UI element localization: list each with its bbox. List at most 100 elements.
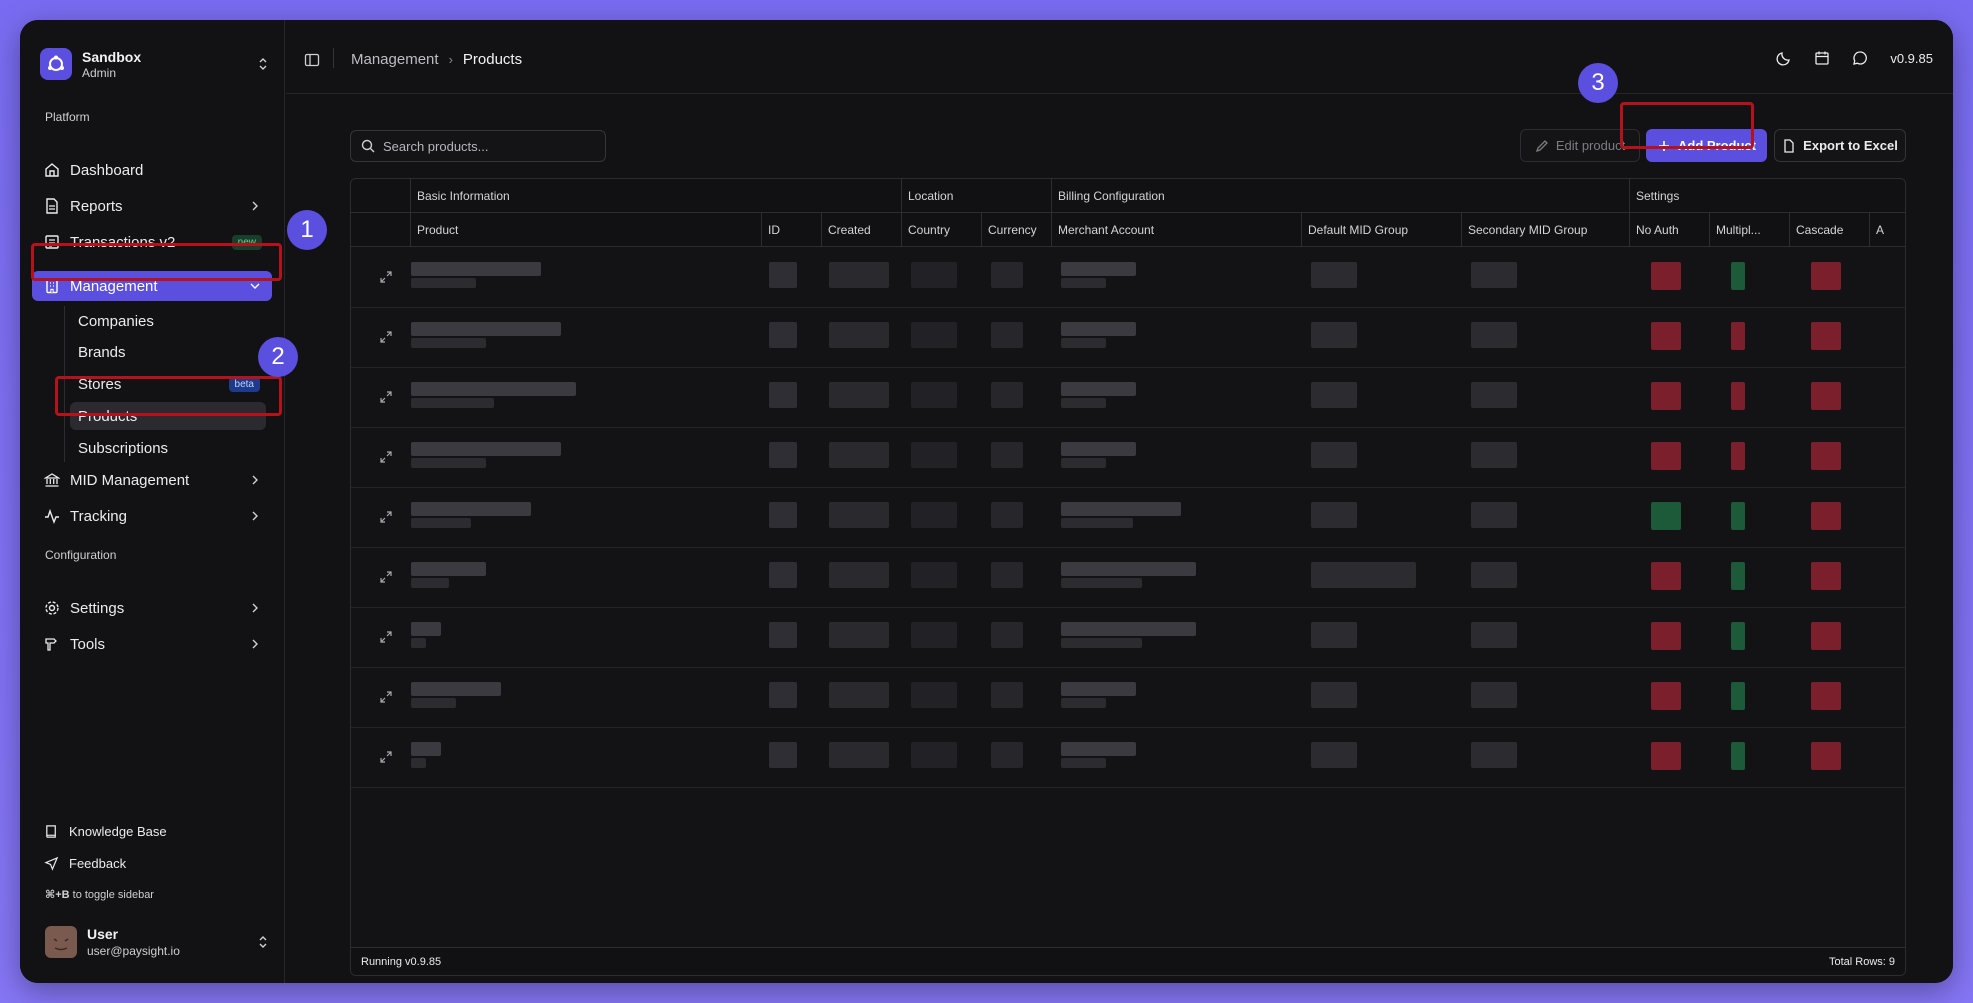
redacted-cell [411, 638, 426, 648]
workspace-switcher[interactable]: Sandbox Admin [40, 44, 270, 84]
expand-icon[interactable] [379, 270, 393, 284]
moon-icon[interactable] [1776, 50, 1792, 66]
redacted-cell [1061, 458, 1106, 468]
table-row[interactable] [351, 668, 1905, 728]
expand-icon[interactable] [379, 690, 393, 704]
user-email: user@paysight.io [87, 944, 180, 958]
table-row[interactable] [351, 728, 1905, 788]
export-excel-button[interactable]: Export to Excel [1774, 129, 1906, 162]
chevron-right-icon [252, 639, 258, 649]
redacted-cell [829, 682, 889, 708]
annotation-marker-3: 3 [1578, 63, 1618, 103]
sidebar-item-reports[interactable]: Reports [32, 191, 272, 221]
col-extra[interactable]: A [1870, 213, 1884, 247]
expand-icon[interactable] [379, 510, 393, 524]
col-default-mid-group[interactable]: Default MID Group [1302, 213, 1408, 247]
search-input[interactable] [383, 138, 593, 154]
user-menu[interactable]: User user@paysight.io [45, 924, 270, 960]
sidebar-item-tracking[interactable]: Tracking [32, 501, 272, 531]
redacted-cell [911, 442, 957, 468]
sidebar-item-label: Dashboard [70, 161, 144, 179]
redacted-cell [911, 322, 957, 348]
status-true-badge [1731, 622, 1745, 650]
feedback-link[interactable]: Feedback [44, 852, 126, 874]
col-no-auth[interactable]: No Auth [1630, 213, 1679, 247]
shortcut-text: to toggle sidebar [69, 889, 154, 901]
calendar-icon[interactable] [1814, 50, 1830, 66]
redacted-cell [991, 622, 1023, 648]
redacted-cell [829, 622, 889, 648]
col-multiple[interactable]: Multipl... [1710, 213, 1761, 247]
table-row[interactable] [351, 548, 1905, 608]
sidebar-subitem-brands[interactable]: Brands [70, 338, 266, 366]
table-row[interactable] [351, 488, 1905, 548]
sidebar-item-settings[interactable]: Settings [32, 593, 272, 623]
table-row[interactable] [351, 608, 1905, 668]
section-label-platform: Platform [45, 110, 90, 124]
status-false-badge [1651, 322, 1681, 350]
table-row[interactable] [351, 368, 1905, 428]
annotation-marker-2: 2 [258, 337, 298, 377]
status-true-badge [1731, 742, 1745, 770]
sidebar-subitem-subscriptions[interactable]: Subscriptions [70, 434, 266, 462]
table-row[interactable] [351, 428, 1905, 488]
redacted-cell [411, 502, 531, 516]
redacted-cell [411, 398, 494, 408]
sidebar-item-tools[interactable]: Tools [32, 629, 272, 659]
sidebar-subitem-companies[interactable]: Companies [70, 307, 266, 335]
redacted-cell [411, 278, 476, 288]
breadcrumb-management[interactable]: Management [351, 51, 439, 68]
knowledge-base-link[interactable]: Knowledge Base [44, 820, 167, 842]
redacted-cell [769, 622, 797, 648]
col-created[interactable]: Created [822, 213, 871, 247]
redacted-cell [1061, 742, 1136, 756]
status-false-badge [1651, 442, 1681, 470]
col-cascade[interactable]: Cascade [1790, 213, 1843, 247]
group-settings: Settings [1636, 189, 1680, 203]
gear-icon [45, 601, 59, 615]
status-false-badge [1651, 262, 1681, 290]
file-icon [1784, 138, 1794, 153]
redacted-cell [769, 562, 797, 588]
table-row[interactable] [351, 248, 1905, 308]
status-false-badge [1651, 562, 1681, 590]
chat-icon[interactable] [1852, 50, 1868, 66]
expand-icon[interactable] [379, 630, 393, 644]
expand-icon[interactable] [379, 450, 393, 464]
table-row[interactable] [351, 308, 1905, 368]
status-false-badge [1731, 442, 1745, 470]
col-id[interactable]: ID [762, 213, 780, 247]
expand-icon[interactable] [379, 330, 393, 344]
status-true-badge [1731, 562, 1745, 590]
redacted-cell [411, 742, 441, 756]
redacted-cell [1061, 442, 1136, 456]
col-product[interactable]: Product [411, 213, 458, 247]
redacted-cell [411, 682, 501, 696]
sidebar-toggle-icon[interactable] [304, 52, 320, 68]
redacted-cell [991, 262, 1023, 288]
redacted-cell [829, 262, 889, 288]
redacted-cell [411, 322, 561, 336]
redacted-cell [1311, 562, 1416, 588]
search-box[interactable] [350, 130, 606, 162]
hammer-icon [45, 638, 57, 651]
col-secondary-mid-group[interactable]: Secondary MID Group [1462, 213, 1587, 247]
chevron-down-icon [250, 283, 260, 289]
col-merchant-account[interactable]: Merchant Account [1052, 213, 1154, 247]
sidebar-item-dashboard[interactable]: Dashboard [32, 155, 272, 185]
redacted-cell [1061, 638, 1142, 648]
expand-icon[interactable] [379, 570, 393, 584]
expand-icon[interactable] [379, 390, 393, 404]
redacted-cell [911, 622, 957, 648]
col-country[interactable]: Country [902, 213, 950, 247]
sidebar-item-mid-management[interactable]: MID Management [32, 465, 272, 495]
redacted-cell [829, 382, 889, 408]
redacted-cell [1311, 262, 1357, 288]
topbar-divider [333, 48, 334, 68]
col-currency[interactable]: Currency [982, 213, 1037, 247]
status-false-badge [1651, 382, 1681, 410]
redacted-cell [1061, 322, 1136, 336]
redacted-cell [991, 562, 1023, 588]
expand-icon[interactable] [379, 750, 393, 764]
redacted-cell [1311, 682, 1357, 708]
